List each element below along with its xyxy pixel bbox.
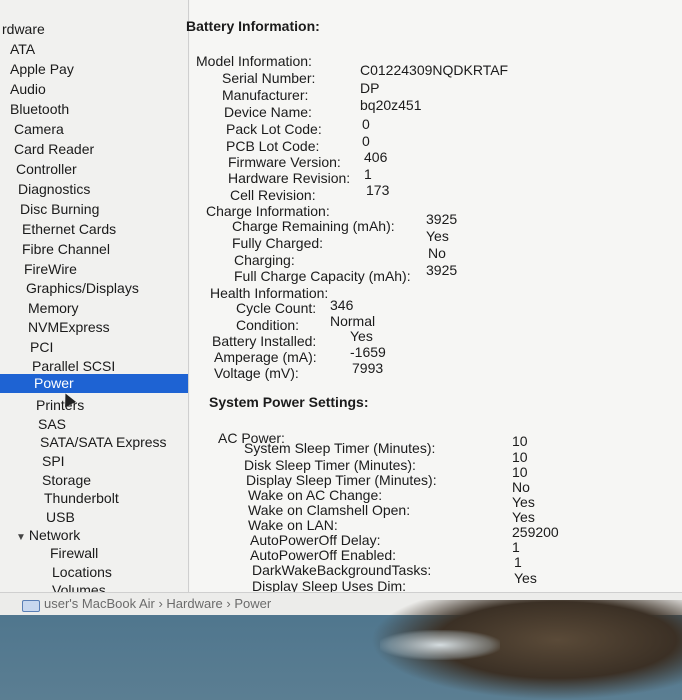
charge-information-heading: Charge Information: <box>206 203 330 219</box>
condition-value: Normal <box>330 313 376 329</box>
power-setting-label: DarkWakeBackgroundTasks: <box>252 562 432 578</box>
sidebar-item-fibre-channel[interactable]: Fibre Channel <box>22 240 110 259</box>
sidebar-item-camera[interactable]: Camera <box>14 120 64 139</box>
sidebar-item-firewall[interactable]: Firewall <box>50 544 98 563</box>
pcb-lot-code-label: PCB Lot Code: <box>226 138 320 154</box>
sidebar-item-volumes[interactable]: Volumes <box>52 581 106 592</box>
serial-number-label: Serial Number: <box>222 70 316 86</box>
sidebar-item-nvmexpress[interactable]: NVMExpress <box>28 318 110 337</box>
device-name-label: Device Name: <box>224 104 312 120</box>
voltage-label: Voltage (mV): <box>214 365 299 381</box>
power-setting-value: Yes <box>514 570 537 586</box>
charge-remaining-label: Charge Remaining (mAh): <box>232 218 395 234</box>
desktop-wallpaper-surf <box>380 630 500 660</box>
amperage-label: Amperage (mA): <box>214 349 317 365</box>
sidebar-item-usb[interactable]: USB <box>46 508 75 527</box>
sidebar-item-card-reader[interactable]: Card Reader <box>14 140 94 159</box>
sidebar-category-network[interactable]: ▼ Network <box>16 526 80 545</box>
firmware-version-value: 406 <box>364 149 388 165</box>
power-setting-value: 259200 <box>512 524 559 540</box>
sidebar-item-graphics-displays[interactable]: Graphics/Displays <box>26 279 139 298</box>
charging-label: Charging: <box>234 252 295 268</box>
cycle-count-value: 346 <box>330 297 354 313</box>
power-setting-label: AutoPowerOff Delay: <box>250 532 381 548</box>
sidebar-item-locations[interactable]: Locations <box>52 563 112 582</box>
cell-revision-label: Cell Revision: <box>230 187 316 203</box>
sidebar: rdware ATA Apple Pay Audio Bluetooth Cam… <box>0 0 189 592</box>
power-setting-value: 1 <box>512 539 520 555</box>
fully-charged-value: Yes <box>426 228 449 244</box>
firmware-version-label: Firmware Version: <box>228 154 341 170</box>
power-setting-label: Wake on LAN: <box>248 517 338 533</box>
sidebar-item-controller[interactable]: Controller <box>16 160 77 179</box>
sidebar-item-apple-pay[interactable]: Apple Pay <box>10 60 74 79</box>
charging-value: No <box>428 245 446 261</box>
manufacturer-label: Manufacturer: <box>222 87 309 103</box>
cell-revision-value: 173 <box>366 182 390 198</box>
sidebar-item-firewire[interactable]: FireWire <box>24 260 77 279</box>
sidebar-item-bluetooth[interactable]: Bluetooth <box>10 100 69 119</box>
health-information-heading: Health Information: <box>210 285 329 301</box>
sidebar-item-thunderbolt[interactable]: Thunderbolt <box>44 489 119 508</box>
power-setting-label: Display Sleep Timer (Minutes): <box>246 472 437 488</box>
battery-information-heading: Battery Information: <box>186 18 320 34</box>
pack-lot-code-label: Pack Lot Code: <box>226 121 322 137</box>
sidebar-item-power[interactable]: Power <box>0 374 188 393</box>
hardware-revision-label: Hardware Revision: <box>228 170 351 186</box>
power-setting-value: Yes <box>512 494 535 510</box>
power-setting-label: System Sleep Timer (Minutes): <box>244 440 436 456</box>
detail-pane: Battery Information: Model Information: … <box>186 0 682 594</box>
battery-installed-label: Battery Installed: <box>212 333 317 349</box>
power-setting-value: No <box>512 479 530 495</box>
power-setting-label: Wake on Clamshell Open: <box>248 502 411 518</box>
sidebar-item-pci[interactable]: PCI <box>30 338 53 357</box>
disclosure-triangle-icon[interactable]: ▼ <box>16 528 26 547</box>
hardware-revision-value: 1 <box>364 166 372 182</box>
laptop-icon <box>22 600 40 612</box>
power-setting-value: Yes <box>512 509 535 525</box>
sidebar-item-ethernet-cards[interactable]: Ethernet Cards <box>22 220 116 239</box>
sidebar-category-hardware[interactable]: rdware <box>2 20 45 39</box>
system-information-window: rdware ATA Apple Pay Audio Bluetooth Cam… <box>0 0 682 615</box>
sidebar-item-spi[interactable]: SPI <box>42 452 65 471</box>
sidebar-item-sas[interactable]: SAS <box>38 415 66 434</box>
power-setting-label: Disk Sleep Timer (Minutes): <box>244 457 416 473</box>
full-charge-capacity-value: 3925 <box>426 262 458 278</box>
sidebar-item-sata[interactable]: SATA/SATA Express <box>40 433 167 452</box>
condition-label: Condition: <box>236 317 300 333</box>
fully-charged-label: Fully Charged: <box>232 235 324 251</box>
serial-number-value: C01224309NQDKRTAF <box>360 62 509 78</box>
path-breadcrumb[interactable]: user's MacBook Air › Hardware › Power <box>44 593 271 615</box>
power-setting-label: AutoPowerOff Enabled: <box>250 547 397 563</box>
power-setting-value: 10 <box>512 433 528 449</box>
amperage-value: -1659 <box>350 344 386 360</box>
power-setting-value: 1 <box>514 554 522 570</box>
charge-remaining-value: 3925 <box>426 211 458 227</box>
sidebar-item-diagnostics[interactable]: Diagnostics <box>18 180 90 199</box>
battery-installed-value: Yes <box>350 328 373 344</box>
sidebar-item-printers[interactable]: Printers <box>36 396 84 415</box>
manufacturer-value: DP <box>360 80 380 96</box>
sidebar-item-ata[interactable]: ATA <box>10 40 35 59</box>
full-charge-capacity-label: Full Charge Capacity (mAh): <box>234 268 411 284</box>
power-setting-label: Wake on AC Change: <box>248 487 383 503</box>
cycle-count-label: Cycle Count: <box>236 300 317 316</box>
sidebar-item-audio[interactable]: Audio <box>10 80 46 99</box>
pcb-lot-code-value: 0 <box>362 133 370 149</box>
power-setting-value: 10 <box>512 464 528 480</box>
device-name-value: bq20z451 <box>360 97 422 113</box>
pack-lot-code-value: 0 <box>362 116 370 132</box>
sidebar-item-storage[interactable]: Storage <box>42 471 91 490</box>
sidebar-item-memory[interactable]: Memory <box>28 299 79 318</box>
system-power-settings-heading: System Power Settings: <box>209 394 369 410</box>
sidebar-category-network-label: Network <box>28 527 81 543</box>
power-setting-value: 10 <box>512 449 528 465</box>
model-information-heading: Model Information: <box>196 53 312 69</box>
voltage-value: 7993 <box>352 360 384 376</box>
sidebar-item-disc-burning[interactable]: Disc Burning <box>20 200 99 219</box>
